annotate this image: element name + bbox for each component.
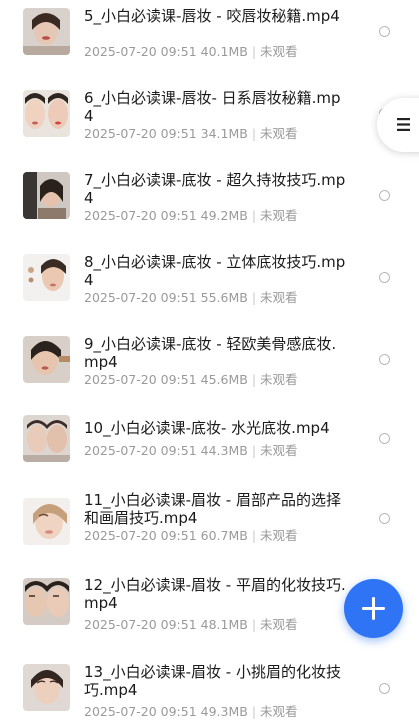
watch-status: 未观看 (260, 704, 298, 719)
file-meta: 2025-07-20 09:51 48.1MB | 未观看 (84, 617, 298, 633)
meta-divider: | (251, 126, 257, 141)
file-size: 40.1MB (200, 44, 248, 59)
select-radio[interactable] (379, 26, 390, 37)
video-thumbnail (23, 90, 70, 137)
video-thumbnail (23, 498, 70, 545)
file-meta: 2025-07-20 09:51 55.6MB | 未观看 (84, 290, 298, 306)
video-thumbnail (23, 172, 70, 219)
select-radio[interactable] (379, 354, 390, 365)
plus-icon (362, 597, 385, 620)
file-size: 49.2MB (200, 208, 248, 223)
video-thumbnail (23, 578, 70, 625)
file-date: 2025-07-20 09:51 (84, 208, 197, 223)
file-date: 2025-07-20 09:51 (84, 443, 197, 458)
file-meta: 2025-07-20 09:51 49.3MB | 未观看 (84, 704, 298, 720)
file-size: 55.6MB (200, 290, 248, 305)
file-size: 34.1MB (200, 126, 248, 141)
watch-status: 未观看 (260, 372, 298, 387)
meta-divider: | (251, 443, 257, 458)
file-size: 45.6MB (200, 372, 248, 387)
meta-divider: | (251, 704, 257, 719)
file-date: 2025-07-20 09:51 (84, 44, 197, 59)
file-date: 2025-07-20 09:51 (84, 528, 197, 543)
file-name: 8_小白必读课-底妆 - 立体底妆技巧.mp4 (84, 253, 346, 289)
watch-status: 未观看 (260, 126, 298, 141)
file-row[interactable]: 6_小白必读课-唇妆- 日系唇妆秘籍.mp4 2025-07-20 09:51 … (0, 88, 419, 170)
file-size: 60.7MB (200, 528, 248, 543)
watch-status: 未观看 (260, 208, 298, 223)
watch-status: 未观看 (260, 528, 298, 543)
file-name: 11_小白必读课-眉妆 - 眉部产品的选择和画眉技巧.mp4 (84, 491, 341, 527)
select-radio[interactable] (379, 272, 390, 283)
file-meta: 2025-07-20 09:51 45.6MB | 未观看 (84, 372, 298, 388)
file-meta: 2025-07-20 09:51 49.2MB | 未观看 (84, 208, 298, 224)
file-row[interactable]: 11_小白必读课-眉妆 - 眉部产品的选择和画眉技巧.mp4 2025-07-2… (0, 490, 419, 572)
meta-divider: | (251, 290, 257, 305)
file-name: 7_小白必读课-底妆 - 超久持妆技巧.mp4 (84, 171, 346, 207)
video-thumbnail (23, 254, 70, 301)
file-size: 44.3MB (200, 443, 248, 458)
video-thumbnail (23, 336, 70, 383)
file-row[interactable]: 13_小白必读课-眉妆 - 小挑眉的化妆技巧.mp4 2025-07-20 09… (0, 659, 419, 719)
select-radio[interactable] (379, 433, 390, 444)
video-thumbnail (23, 8, 70, 55)
file-size: 48.1MB (200, 617, 248, 632)
file-name: 5_小白必读课-唇妆 - 咬唇妆秘籍.mp4 (84, 7, 340, 25)
meta-divider: | (251, 44, 257, 59)
select-radio[interactable] (379, 190, 390, 201)
file-name: 13_小白必读课-眉妆 - 小挑眉的化妆技巧.mp4 (84, 663, 341, 699)
watch-status: 未观看 (260, 443, 298, 458)
file-meta: 2025-07-20 09:51 34.1MB | 未观看 (84, 126, 298, 142)
file-meta: 2025-07-20 09:51 40.1MB | 未观看 (84, 44, 298, 60)
watch-status: 未观看 (260, 617, 298, 632)
meta-divider: | (251, 208, 257, 223)
file-date: 2025-07-20 09:51 (84, 126, 197, 141)
file-meta: 2025-07-20 09:51 44.3MB | 未观看 (84, 443, 298, 459)
file-row[interactable]: 8_小白必读课-底妆 - 立体底妆技巧.mp4 2025-07-20 09:51… (0, 252, 419, 334)
video-thumbnail (23, 664, 70, 711)
file-size: 49.3MB (200, 704, 248, 719)
file-row[interactable]: 5_小白必读课-唇妆 - 咬唇妆秘籍.mp4 2025-07-20 09:51 … (0, 6, 419, 88)
file-date: 2025-07-20 09:51 (84, 290, 197, 305)
file-name: 12_小白必读课-眉妆 - 平眉的化妆技巧.mp4 (84, 576, 346, 612)
select-radio[interactable] (379, 513, 390, 524)
file-name: 6_小白必读课-唇妆- 日系唇妆秘籍.mp4 (84, 89, 341, 125)
file-meta: 2025-07-20 09:51 60.7MB | 未观看 (84, 528, 298, 544)
file-row[interactable]: 7_小白必读课-底妆 - 超久持妆技巧.mp4 2025-07-20 09:51… (0, 170, 419, 252)
watch-status: 未观看 (260, 290, 298, 305)
file-row[interactable]: 9_小白必读课-底妆 - 轻欧美骨感底妆.mp4 2025-07-20 09:5… (0, 334, 419, 416)
file-date: 2025-07-20 09:51 (84, 704, 197, 719)
meta-divider: | (251, 528, 257, 543)
meta-divider: | (251, 617, 257, 632)
add-button[interactable] (344, 579, 403, 638)
meta-divider: | (251, 372, 257, 387)
file-date: 2025-07-20 09:51 (84, 372, 197, 387)
select-radio[interactable] (379, 683, 390, 694)
watch-status: 未观看 (260, 44, 298, 59)
file-row[interactable]: 10_小白必读课-底妆- 水光底妆.mp4 2025-07-20 09:51 4… (0, 415, 419, 480)
file-date: 2025-07-20 09:51 (84, 617, 197, 632)
file-name: 10_小白必读课-底妆- 水光底妆.mp4 (84, 419, 330, 437)
file-name: 9_小白必读课-底妆 - 轻欧美骨感底妆.mp4 (84, 335, 337, 371)
menu-lines-icon (397, 118, 410, 131)
video-thumbnail (23, 415, 70, 462)
